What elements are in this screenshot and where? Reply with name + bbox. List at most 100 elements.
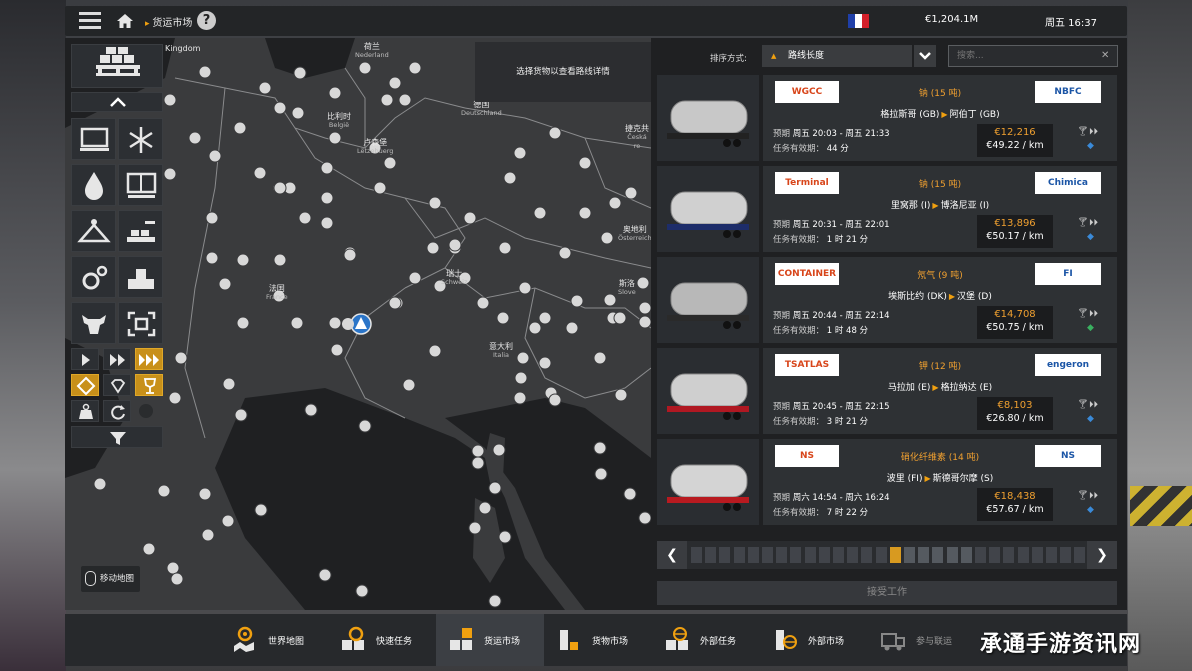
page-indicator[interactable]	[847, 547, 859, 563]
tab-world-map[interactable]: 世界地图	[220, 614, 328, 666]
page-indicator[interactable]	[1060, 547, 1072, 563]
map-label-france: 法国 France	[266, 284, 288, 301]
page-indicator[interactable]	[975, 547, 986, 563]
help-icon[interactable]: ?	[197, 11, 216, 30]
filter-all-cargo[interactable]	[71, 44, 163, 88]
sort-select[interactable]: 路线长度	[762, 45, 912, 67]
page-indicator[interactable]	[705, 547, 717, 563]
external-jobs-icon	[666, 627, 688, 650]
filter-oversize[interactable]	[118, 302, 163, 344]
page-indicator[interactable]	[1046, 547, 1057, 563]
job-card[interactable]: CONTAINER PORTFI氖气 (9 吨)埃斯比约 (DK)▶汉堡 (D)…	[657, 257, 1117, 343]
filter-length-short[interactable]	[71, 348, 99, 370]
map-label-czech: 捷克共 Česká re	[625, 124, 649, 150]
cargo-name: 硝化纤维素 (14 吨)	[900, 453, 980, 463]
fragile-glass-icon: 🍸︎	[1077, 218, 1089, 228]
page-indicator[interactable]	[818, 547, 830, 563]
filter-container[interactable]	[118, 164, 163, 206]
filter-machinery[interactable]	[71, 256, 116, 298]
page-indicator[interactable]	[875, 547, 887, 563]
job-validity: 任务有效期： 3 时 21 分	[773, 417, 869, 427]
next-page-button[interactable]: ❯	[1087, 541, 1117, 569]
page-indicator[interactable]	[747, 547, 759, 563]
trailer-thumbnail	[657, 257, 759, 343]
trailer-thumbnail	[657, 439, 759, 525]
job-pay: €12,216 €49.22 / km	[977, 124, 1053, 157]
tab-quick-job[interactable]: 快速任务	[328, 614, 436, 666]
top-bar: 货运市场 ? €1,204.1M 周五 16:37	[65, 6, 1127, 36]
page-indicator[interactable]	[733, 547, 745, 563]
filter-weight[interactable]	[71, 400, 99, 422]
page-indicator[interactable]	[904, 547, 915, 563]
heavy-cargo-icon	[127, 221, 155, 242]
job-card[interactable]: WGCC NBFC 钠 (15 吨) 格拉斯哥 (GB) ▶ 阿伯丁 (GB) 预期 周五 …	[657, 75, 1117, 161]
filter-collapse[interactable]	[71, 92, 163, 112]
weight-icon	[79, 403, 93, 419]
tab-external-market[interactable]: 外部市场	[760, 614, 868, 666]
filter-bulk[interactable]	[71, 210, 116, 252]
page-indicator[interactable]	[861, 547, 873, 563]
filter-length-long[interactable]	[135, 348, 163, 370]
filter-electronics[interactable]	[71, 118, 116, 160]
filter-liquid[interactable]	[71, 164, 116, 206]
page-indicator[interactable]	[719, 547, 731, 563]
sort-dropdown-button[interactable]	[914, 45, 936, 67]
tab-convoy[interactable]: 参与联运	[868, 614, 976, 666]
page-indicator[interactable]	[889, 547, 901, 563]
page-indicator[interactable]	[946, 547, 958, 563]
filter-reset[interactable]	[103, 400, 131, 422]
filter-heavy[interactable]	[118, 210, 163, 252]
chevron-up-icon	[110, 97, 126, 107]
filter-fragile[interactable]	[135, 374, 163, 396]
page-indicator[interactable]	[833, 547, 844, 563]
origin-city: 格拉斯哥 (GB)	[880, 110, 940, 120]
page-indicator[interactable]	[1074, 547, 1086, 563]
tab-label: 参与联运	[916, 637, 953, 647]
background-hazard-stripe	[1130, 486, 1192, 526]
job-price: €12,216	[994, 127, 1036, 138]
refresh-icon	[111, 405, 125, 420]
map-label-austria: 奥地利 Österreich	[618, 225, 651, 242]
filter-valuable[interactable]	[103, 374, 131, 396]
filter-length-medium[interactable]	[103, 348, 131, 370]
tab-cargo-market[interactable]: 货物市场	[544, 614, 652, 666]
tab-freight-market[interactable]: 货运市场	[436, 614, 544, 666]
accept-job-button[interactable]: 接受工作	[657, 581, 1117, 605]
filter-funnel-button[interactable]	[71, 426, 163, 448]
job-pay: €14,708 €50.75 / km	[977, 306, 1053, 339]
job-card[interactable]: NS CHEMICALSNS CHEMICALS硝化纤维素 (14 吨)波里 (…	[657, 439, 1117, 525]
tab-label: 快速任务	[376, 637, 413, 647]
map-label-germany: 德国 Deutschland	[461, 100, 502, 117]
page-indicator[interactable]	[790, 547, 802, 563]
map-label-slovenia: 斯洛 Slove	[618, 279, 636, 296]
page-indicator[interactable]	[762, 547, 773, 563]
search-input[interactable]	[948, 45, 1118, 67]
menu-icon[interactable]	[79, 12, 101, 30]
page-indicator[interactable]	[918, 547, 930, 563]
clear-search-icon[interactable]: ✕	[1101, 50, 1109, 61]
job-card[interactable]: Terminal containerChimica Italia s.r.l.钠…	[657, 166, 1117, 252]
job-info: TSATLAS engeron 钾 (12 吨) 马拉加 (E) ▶ 格拉纳达 (E) 预期…	[763, 348, 1117, 434]
page-indicator[interactable]	[960, 547, 972, 563]
trailer-thumbnail	[657, 348, 759, 434]
page-indicator[interactable]	[804, 547, 816, 563]
page-indicator[interactable]	[691, 547, 702, 563]
page-indicator[interactable]	[1017, 547, 1029, 563]
filter-construction[interactable]	[118, 256, 163, 298]
filter-adr[interactable]	[71, 374, 99, 396]
page-indicator[interactable]	[932, 547, 944, 563]
job-validity: 任务有效期： 7 时 22 分	[773, 508, 869, 518]
tab-external-jobs[interactable]: 外部任务	[652, 614, 760, 666]
previous-page-button[interactable]: ❮	[657, 541, 687, 569]
background-right	[1128, 0, 1192, 671]
page-indicator[interactable]	[776, 547, 788, 563]
filter-livestock[interactable]	[71, 302, 116, 344]
home-icon[interactable]	[115, 11, 135, 31]
job-route: 波里 (FI) ▶ 斯德哥尔摩 (S)	[763, 471, 1117, 484]
page-indicator[interactable]	[1031, 547, 1043, 563]
filter-refrigerated[interactable]	[118, 118, 163, 160]
page-indicator[interactable]	[1003, 547, 1015, 563]
page-indicator[interactable]	[989, 547, 1001, 563]
job-card[interactable]: TSATLAS engeron 钾 (12 吨) 马拉加 (E) ▶ 格拉纳达 (E) 预期…	[657, 348, 1117, 434]
container-icon	[126, 172, 157, 198]
